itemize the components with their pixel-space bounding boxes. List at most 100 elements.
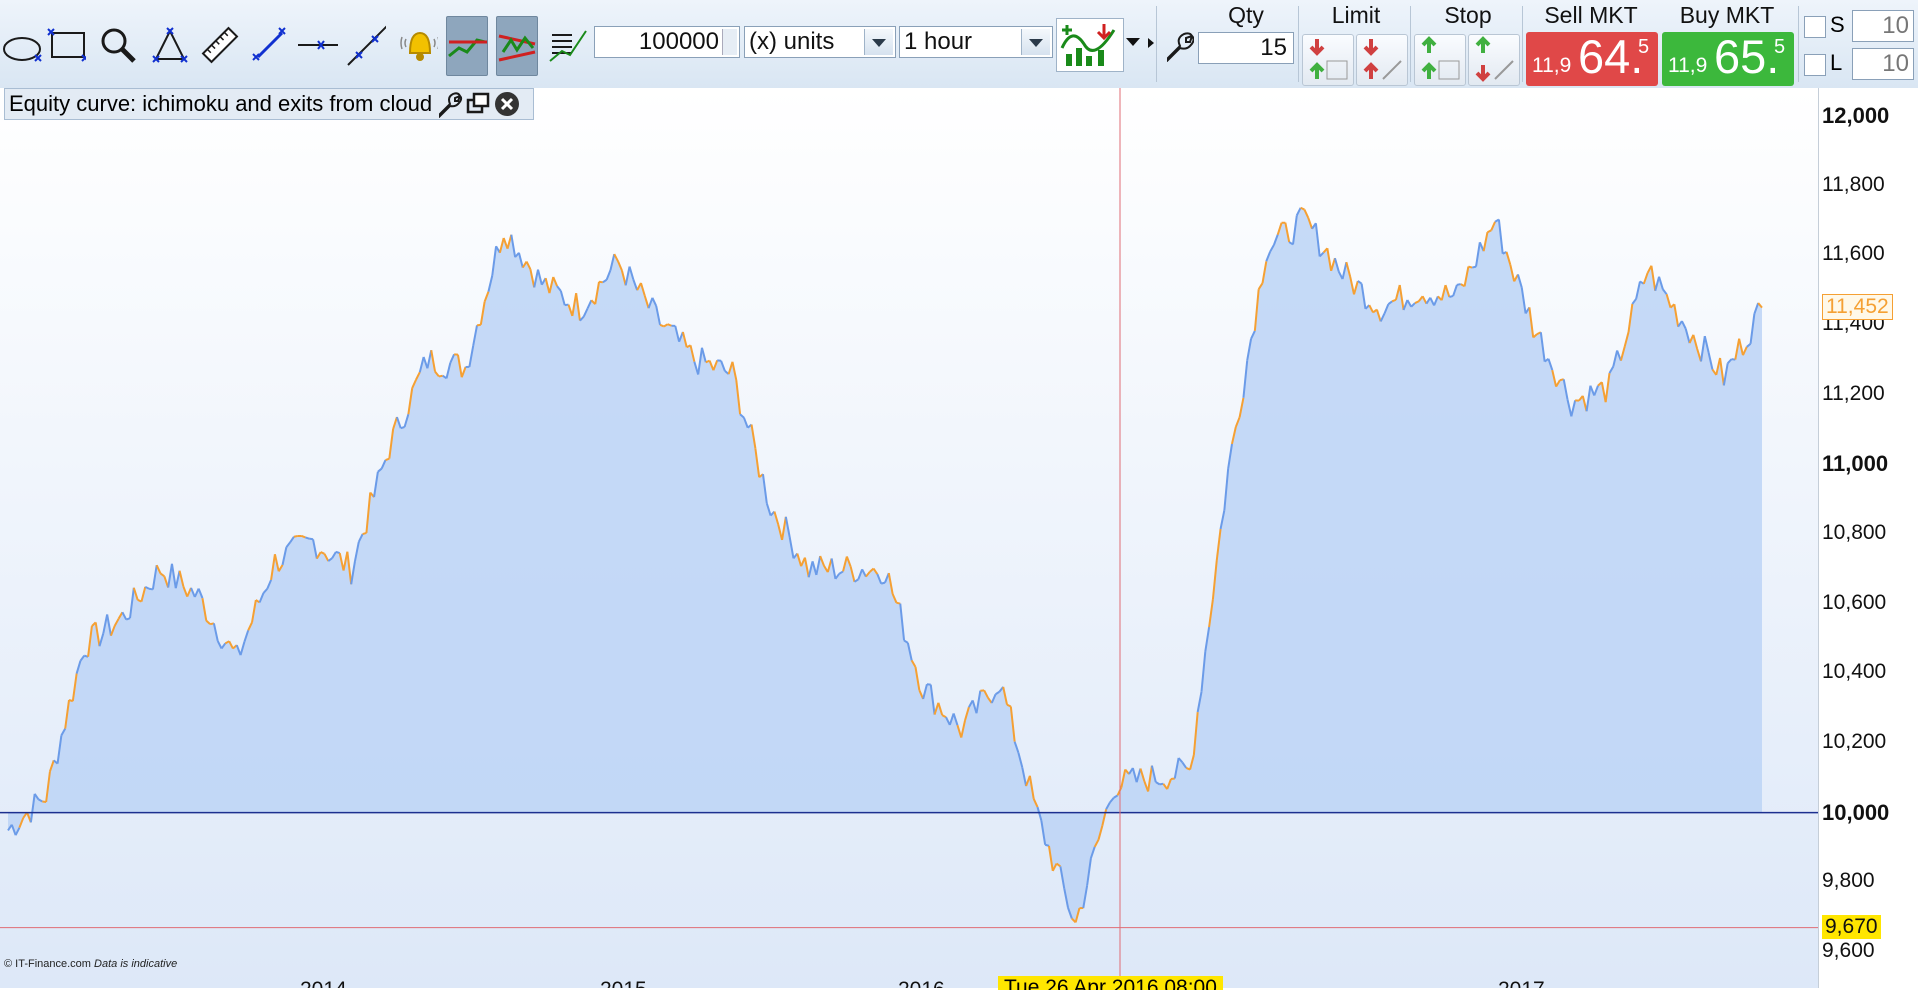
equity-line-segment [668,324,672,326]
chart-title: Equity curve: ichimoku and exits from cl… [9,91,432,117]
chevron-down-icon[interactable] [864,29,893,55]
price-axis-tick: 11,200 [1822,382,1885,406]
order-qty-value: 15 [1260,34,1287,62]
equity-line-segment [1468,267,1472,268]
toolbar-separator [1522,6,1523,82]
equity-line-segment [599,282,603,283]
s-value: 10 [1882,12,1909,40]
equity-line-segment [305,537,309,538]
units-value: (x) units [749,28,834,56]
equity-line-segment [363,533,367,534]
toolbar-separator [1298,6,1299,82]
horizontal-line-icon[interactable] [298,16,338,74]
add-indicator-button[interactable] [1056,18,1124,72]
indicator-icon[interactable] [548,16,588,74]
equity-line-segment [126,618,130,619]
stop-label: Stop [1412,2,1524,29]
equity-line-segment [896,603,900,604]
limit-label: Limit [1300,2,1412,29]
price-axis-tick: 10,800 [1822,521,1886,545]
toolbar: 100000 (x) units 1 hour Qty 15 Limit Sto… [0,0,1918,89]
l-value: 10 [1882,50,1909,78]
price-axis-tick: 10,000 [1822,800,1889,826]
buy-mkt-label: Buy MKT [1660,2,1794,29]
sell-price-main: 64. [1578,29,1643,84]
units-select[interactable]: (x) units [744,26,896,58]
equity-chart[interactable] [0,88,1918,988]
time-axis-tick: 2015 [600,978,647,988]
limit-sell-button[interactable] [1302,34,1354,86]
timeframe-select[interactable]: 1 hour [899,26,1053,58]
highlight-value-label: 9,670 [1822,915,1881,939]
current-value-label: 11,452 [1822,294,1893,320]
display-line-icon[interactable] [446,16,488,76]
zoom-icon[interactable] [98,16,138,74]
timeframe-value: 1 hour [904,28,972,56]
chevron-down-icon[interactable] [1021,29,1050,55]
buy-price-prefix: 11,9 [1668,54,1707,78]
s-checkbox[interactable] [1804,16,1826,38]
stop-sell-button[interactable] [1468,34,1520,86]
chevron-right-icon [1148,38,1154,48]
equity-line-segment [294,536,298,537]
limit-buy-button[interactable] [1356,34,1408,86]
time-axis-tick: 2016 [898,978,945,988]
buy-price-main: 65. [1714,29,1779,84]
equity-line-segment [1472,267,1476,268]
display-candle-icon[interactable] [496,16,538,76]
sell-mkt-label: Sell MKT [1524,2,1658,29]
qty-label: Qty [1198,2,1294,29]
toolbar-separator [1156,6,1157,82]
copyright-footer: © IT-Finance.com Data is indicative [4,958,177,970]
price-axis-tick: 10,400 [1822,660,1886,684]
buy-market-button[interactable]: 11,9 65. 5 [1662,32,1794,86]
rectangle-tool-icon[interactable] [46,16,86,74]
equity-line-segment [1045,845,1049,846]
chevron-down-icon[interactable] [1126,38,1140,46]
detach-window-icon[interactable] [464,90,492,118]
ellipse-tool-icon[interactable] [2,16,42,74]
price-axis-tick: 10,600 [1822,591,1886,615]
equity-line-segment [1449,296,1453,297]
toolbar-separator [1798,6,1799,82]
quantity-spinner-icon[interactable] [722,29,737,55]
wrench-icon[interactable] [436,90,464,118]
triangle-tool-icon[interactable] [150,16,190,74]
quantity-value: 100000 [639,28,719,56]
price-axis-tick: 10,200 [1822,730,1886,754]
time-axis-tick: 2014 [300,978,347,988]
stop-buy-button[interactable] [1414,34,1466,86]
copyright-text: © IT-Finance.com [4,958,91,970]
order-qty-input[interactable]: 15 [1198,32,1294,64]
equity-line-segment [336,552,340,553]
sell-price-prefix: 11,9 [1532,54,1571,78]
chart-title-panel: Equity curve: ichimoku and exits from cl… [4,88,534,120]
disclaimer-text: Data is indicative [94,958,177,970]
price-axis-tick: 12,000 [1822,103,1889,129]
close-icon[interactable] [492,89,522,119]
equity-line-segment [881,583,885,584]
s-label: S [1830,12,1845,38]
wrench-icon[interactable] [1160,28,1196,64]
equity-line-segment [309,539,313,540]
alert-bell-icon[interactable] [398,16,438,74]
time-axis-tick: 2017 [1498,978,1545,988]
trend-line-icon[interactable] [346,16,386,74]
ruler-icon[interactable] [200,16,240,74]
equity-line-segment [385,459,389,460]
sell-market-button[interactable]: 11,9 64. 5 [1526,32,1658,86]
price-axis-tick: 11,600 [1822,242,1885,266]
l-checkbox[interactable] [1804,54,1826,76]
segment-tool-icon[interactable] [250,16,290,74]
quantity-input[interactable]: 100000 [594,26,740,58]
s-value-input[interactable]: 10 [1852,10,1914,42]
equity-line-segment [1171,778,1175,779]
sell-price-fraction: 5 [1638,36,1649,59]
l-label: L [1830,50,1842,76]
price-axis-tick: 9,800 [1822,869,1875,893]
l-value-input[interactable]: 10 [1852,48,1914,80]
equity-line-segment [439,376,443,377]
equity-line-segment [477,325,481,326]
buy-price-fraction: 5 [1774,36,1785,59]
toolbar-separator [1410,6,1411,82]
